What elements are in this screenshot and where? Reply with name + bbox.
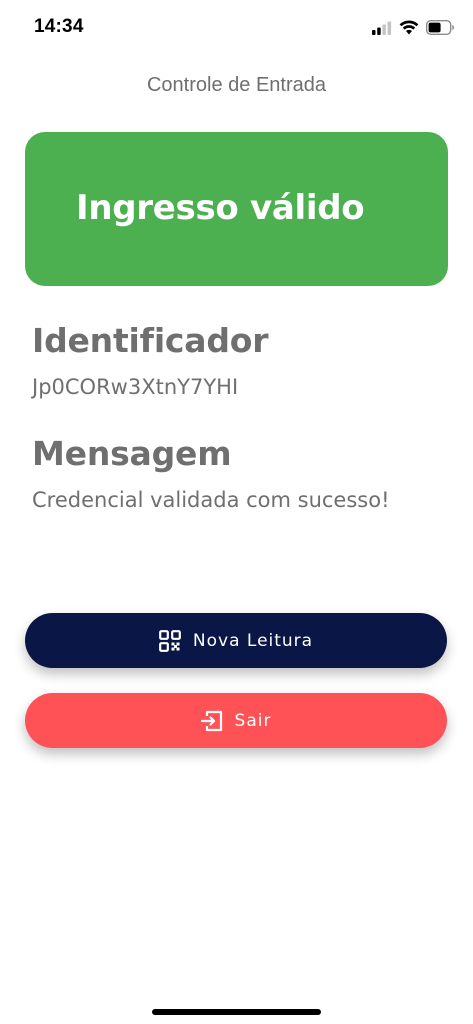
page-title: Controle de Entrada <box>146 74 326 96</box>
new-scan-label: Nova Leitura <box>192 630 314 651</box>
cellular-signal-icon <box>372 20 392 39</box>
exit-button[interactable]: Sair <box>25 693 447 748</box>
message-label: Mensagem <box>32 434 232 473</box>
validation-result-text: Ingresso válido <box>76 188 365 228</box>
status-icons <box>372 18 455 40</box>
identifier-value: Jp0CORw3XtnY7YHI <box>32 375 239 399</box>
validation-result-card: Ingresso válido <box>25 132 448 286</box>
home-indicator[interactable] <box>152 1009 321 1015</box>
message-value: Credencial validada com sucesso! <box>32 488 390 512</box>
identifier-label: Identificador <box>32 321 269 360</box>
battery-icon <box>425 19 455 39</box>
status-bar: 14:34 <box>0 0 473 54</box>
qr-code-icon <box>158 629 181 652</box>
status-time: 14:34 <box>34 16 84 37</box>
wifi-icon <box>399 19 419 39</box>
exit-icon <box>200 710 223 732</box>
exit-label: Sair <box>234 710 272 731</box>
new-scan-button[interactable]: Nova Leitura <box>25 613 447 668</box>
